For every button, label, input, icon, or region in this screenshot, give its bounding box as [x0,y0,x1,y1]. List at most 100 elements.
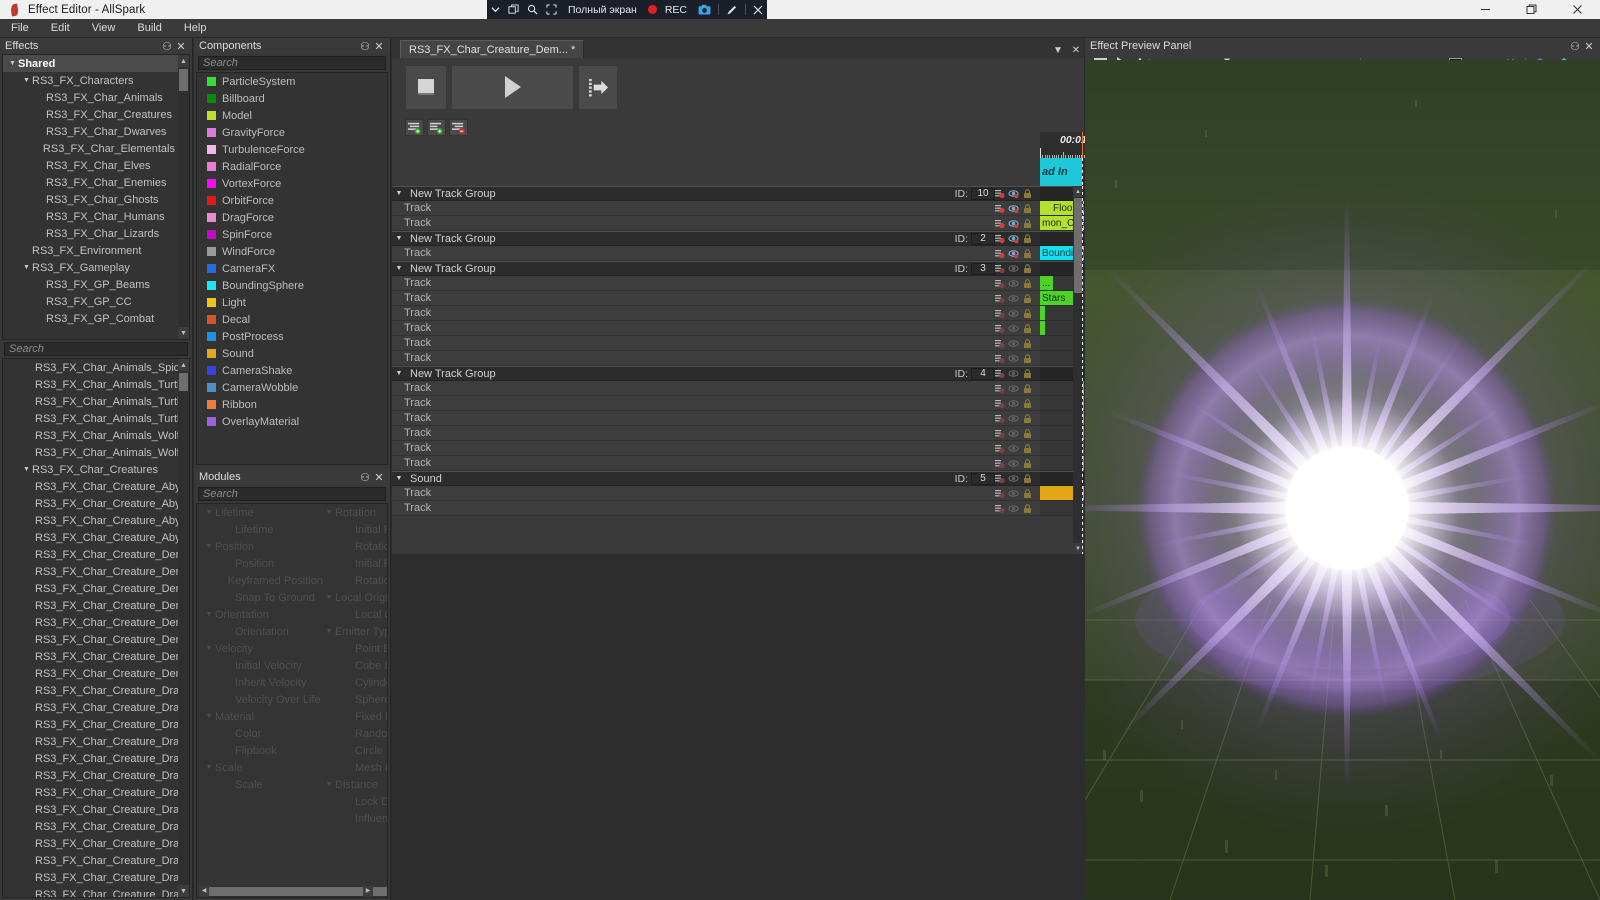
tree-item[interactable]: RS3_FX_Char_Creature_Demon_... [3,580,178,597]
scroll-up-icon[interactable]: ▲ [178,359,189,371]
timeline-clip[interactable] [1040,321,1045,335]
component-item[interactable]: PostProcess [201,328,383,345]
component-item[interactable]: Billboard [201,90,383,107]
solo-icon[interactable] [994,353,1005,364]
tree-item[interactable]: RS3_FX_Char_Creature_Demon_... [3,597,178,614]
lock-icon[interactable] [1022,323,1033,334]
tree-item[interactable]: RS3_FX_Char_Creature_AbyssalV... [3,529,178,546]
expand-chevron-icon[interactable]: ▼ [392,265,406,272]
preview-viewport[interactable] [1085,60,1600,900]
component-item[interactable]: Sound [201,345,383,362]
track-row[interactable]: Track [392,216,1040,231]
visibility-eye-icon[interactable] [1008,218,1019,229]
track-row[interactable]: Track [392,351,1040,366]
tree-item[interactable]: RS3_FX_Char_Creature_Demon_... [3,614,178,631]
lock-icon[interactable] [1022,413,1033,424]
track-group-id-field[interactable]: 3 [971,262,995,275]
visibility-eye-icon[interactable] [1008,233,1019,244]
lock-icon[interactable] [1022,503,1033,514]
lock-icon[interactable] [1022,308,1033,319]
component-item[interactable]: CameraWobble [201,379,383,396]
menu-view[interactable]: View [81,19,127,38]
visibility-eye-icon[interactable] [1008,443,1019,454]
visibility-eye-icon[interactable] [1008,278,1019,289]
component-item[interactable]: Decal [201,311,383,328]
component-item[interactable]: VortexForce [201,175,383,192]
track-group-row[interactable]: ▼ New Track Group ID: 10 [392,186,1040,201]
tree-item[interactable]: RS3_FX_Char_Ghosts [3,191,178,208]
tree-item[interactable]: RS3_FX_Char_Creature_AbyssalV... [3,478,178,495]
visibility-eye-icon[interactable] [1008,368,1019,379]
visibility-eye-icon[interactable] [1008,338,1019,349]
tree-item[interactable]: RS3_FX_Char_Creature_Dragon_... [3,716,178,733]
visibility-eye-icon[interactable] [1008,398,1019,409]
tree-item[interactable]: RS3_FX_Char_Animals_Turtle_Bat... [3,376,178,393]
lock-icon[interactable] [1022,188,1033,199]
camera-icon[interactable] [694,0,715,19]
menu-build[interactable]: Build [126,19,172,38]
chevron-down-icon[interactable] [487,0,504,19]
solo-icon[interactable] [994,308,1005,319]
track-group-row[interactable]: ▼ Sound ID: 5 [392,471,1040,486]
lock-icon[interactable] [1022,248,1033,259]
tree-item[interactable]: RS3_FX_Char_Elves [3,157,178,174]
menu-file[interactable]: File [0,19,40,38]
close-icon[interactable]: ✕ [174,39,188,53]
solo-icon[interactable] [994,443,1005,454]
effects-list[interactable]: RS3_FX_Char_Animals_Spider_Ca... RS3_FX_C… [3,359,178,898]
solo-icon[interactable] [994,338,1005,349]
expand-chevron-icon[interactable]: ▼ [7,60,18,67]
visibility-eye-icon[interactable] [1008,383,1019,394]
solo-icon[interactable] [994,203,1005,214]
solo-icon[interactable] [994,278,1005,289]
tree-item[interactable]: RS3_FX_Char_Creature_AbyssalV... [3,512,178,529]
solo-icon[interactable] [994,188,1005,199]
scrollbar-thumb[interactable] [207,887,387,896]
components-list[interactable]: ParticleSystem Billboard Model GravityForce… [201,73,383,464]
solo-icon[interactable] [994,488,1005,499]
close-icon[interactable]: ✕ [372,470,386,484]
editor-tab[interactable]: RS3_FX_Char_Creature_Dem... * [400,40,585,58]
tree-item[interactable]: RS3_FX_Char_Animals_Wolf_Pre... [3,444,178,461]
crop-region-icon[interactable] [542,0,561,19]
tree-item[interactable]: RS3_FX_Char_Animals_Turtle_Bu... [3,410,178,427]
component-item[interactable]: DragForce [201,209,383,226]
lock-icon[interactable] [1022,353,1033,364]
tree-item[interactable]: RS3_FX_Char_Creature_Dragon_... [3,886,178,898]
tree-item[interactable]: RS3_FX_Char_Creature_Dragon_... [3,801,178,818]
visibility-eye-icon[interactable] [1008,458,1019,469]
lock-icon[interactable] [1022,203,1033,214]
tree-item[interactable]: RS3_FX_Char_Elementals [3,140,178,157]
visibility-eye-icon[interactable] [1008,428,1019,439]
scroll-left-icon[interactable]: ◀ [199,886,209,897]
maximize-button[interactable] [1508,0,1554,19]
pin-icon[interactable]: ⚇ [1568,39,1582,53]
tree-item[interactable]: RS3_FX_Char_Lizards [3,225,178,242]
timeline-clip[interactable]: Stars [1040,291,1077,305]
tree-item[interactable]: ▼ RS3_FX_Gameplay [3,259,178,276]
record-dot-icon[interactable] [644,0,665,19]
visibility-eye-icon[interactable] [1008,488,1019,499]
pin-icon[interactable]: ⚇ [358,470,372,484]
solo-icon[interactable] [994,413,1005,424]
scroll-right-icon[interactable]: ▶ [363,886,373,897]
tree-item[interactable]: ▼ Shared [3,55,178,72]
component-item[interactable]: OrbitForce [201,192,383,209]
tree-item[interactable]: RS3_FX_Char_Creature_Dragon_... [3,767,178,784]
component-item[interactable]: Ribbon [201,396,383,413]
lock-icon[interactable] [1022,293,1033,304]
components-search-input[interactable]: Search [198,56,386,70]
lock-icon[interactable] [1022,263,1033,274]
track-row[interactable]: Track [392,396,1040,411]
close-icon[interactable] [749,0,767,19]
lock-icon[interactable] [1022,383,1033,394]
effects-search-input[interactable]: Search [4,342,188,356]
lock-icon[interactable] [1022,278,1033,289]
track-group-row[interactable]: ▼ New Track Group ID: 2 [392,231,1040,246]
scrollbar-thumb[interactable] [179,69,188,91]
modules-left-column[interactable]: ▼ Lifetime Lifetime ▼ Position Position Keyfra… [203,504,323,793]
tree-item[interactable]: RS3_FX_Char_Creature_Demon_... [3,563,178,580]
tree-item[interactable]: RS3_FX_Char_Creature_Demon_... [3,648,178,665]
lock-icon[interactable] [1022,368,1033,379]
component-item[interactable]: SpinForce [201,226,383,243]
